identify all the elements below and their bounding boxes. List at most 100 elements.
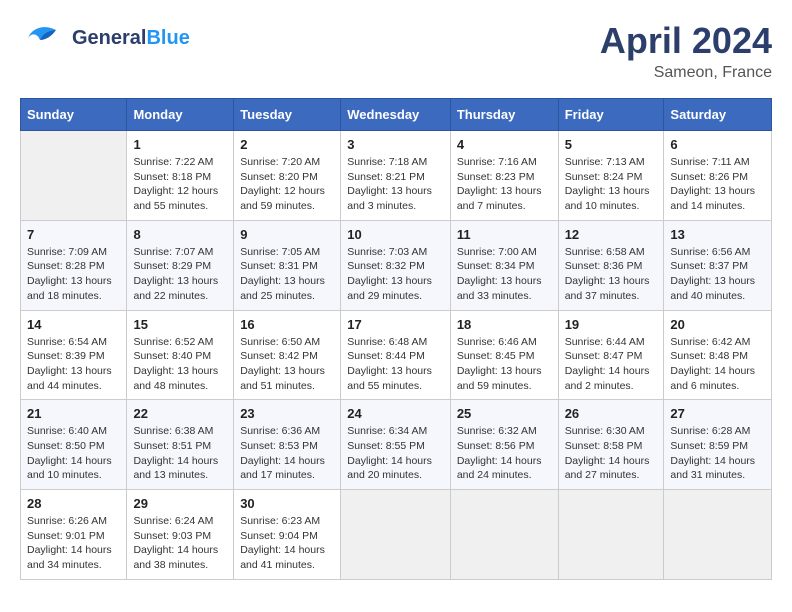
calendar-cell: 22 Sunrise: 6:38 AMSunset: 8:51 PMDayligh…	[127, 400, 234, 490]
day-number: 18	[457, 317, 552, 332]
logo-blue: Blue	[146, 27, 189, 49]
day-info: Sunrise: 7:22 AMSunset: 8:18 PMDaylight:…	[133, 155, 227, 214]
day-info: Sunrise: 6:28 AMSunset: 8:59 PMDaylight:…	[670, 424, 765, 483]
calendar-cell: 15Sunrise: 6:52 AMSunset: 8:40 PMDayligh…	[127, 310, 234, 400]
week-row-1: 7Sunrise: 7:09 AMSunset: 8:28 PMDaylight…	[21, 220, 772, 310]
weekday-header-friday: Friday	[558, 99, 664, 131]
day-number: 22	[133, 406, 227, 421]
calendar-cell: 13 Sunrise: 6:56 AMSunset: 8:37 PMDayligh…	[664, 220, 772, 310]
month-title: April 2024	[600, 20, 772, 62]
logo: GeneralBlue	[20, 20, 190, 56]
title-section: April 2024 Sameon, France	[600, 20, 772, 82]
day-info: Sunrise: 6:48 AMSunset: 8:44 PMDaylight:…	[347, 335, 444, 394]
day-number: 16	[240, 317, 334, 332]
calendar-cell: 1Sunrise: 7:22 AMSunset: 8:18 PMDaylight…	[127, 131, 234, 221]
day-number: 3	[347, 137, 444, 152]
day-info: Sunrise: 7:13 AMSunset: 8:24 PMDaylight:…	[565, 155, 658, 214]
day-number: 21	[27, 406, 120, 421]
page-header: GeneralBlue April 2024 Sameon, France	[20, 20, 772, 82]
calendar-cell: 2 Sunrise: 7:20 AMSunset: 8:20 PMDaylight…	[234, 131, 341, 221]
calendar-cell: 29Sunrise: 6:24 AMSunset: 9:03 PMDayligh…	[127, 490, 234, 580]
weekday-header-saturday: Saturday	[664, 99, 772, 131]
day-info: Sunrise: 6:44 AMSunset: 8:47 PMDaylight:…	[565, 335, 658, 394]
day-number: 20	[670, 317, 765, 332]
day-number: 5	[565, 137, 658, 152]
day-info: Sunrise: 7:05 AMSunset: 8:31 PMDaylight:…	[240, 245, 334, 304]
weekday-header-wednesday: Wednesday	[341, 99, 451, 131]
calendar-cell: 9 Sunrise: 7:05 AMSunset: 8:31 PMDaylight…	[234, 220, 341, 310]
logo-general: General	[72, 27, 146, 49]
location: Sameon, France	[600, 64, 772, 82]
calendar-cell: 18 Sunrise: 6:46 AMSunset: 8:45 PMDayligh…	[450, 310, 558, 400]
day-number: 24	[347, 406, 444, 421]
day-info: Sunrise: 7:07 AMSunset: 8:29 PMDaylight:…	[133, 245, 227, 304]
day-info: Sunrise: 6:30 AMSunset: 8:58 PMDaylight:…	[565, 424, 658, 483]
calendar-cell	[450, 490, 558, 580]
calendar-cell: 3 Sunrise: 7:18 AMSunset: 8:21 PMDaylight…	[341, 131, 451, 221]
day-info: Sunrise: 6:36 AMSunset: 8:53 PMDaylight:…	[240, 424, 334, 483]
calendar-cell: 28 Sunrise: 6:26 AMSunset: 9:01 PMDayligh…	[21, 490, 127, 580]
day-number: 17	[347, 317, 444, 332]
calendar-cell: 14 Sunrise: 6:54 AMSunset: 8:39 PMDayligh…	[21, 310, 127, 400]
day-info: Sunrise: 7:18 AMSunset: 8:21 PMDaylight:…	[347, 155, 444, 214]
day-info: Sunrise: 6:34 AMSunset: 8:55 PMDaylight:…	[347, 424, 444, 483]
weekday-header-tuesday: Tuesday	[234, 99, 341, 131]
calendar-cell: 16 Sunrise: 6:50 AMSunset: 8:42 PMDayligh…	[234, 310, 341, 400]
calendar-cell	[21, 131, 127, 221]
day-info: Sunrise: 7:03 AMSunset: 8:32 PMDaylight:…	[347, 245, 444, 304]
day-info: Sunrise: 7:20 AMSunset: 8:20 PMDaylight:…	[240, 155, 334, 214]
calendar-table: SundayMondayTuesdayWednesdayThursdayFrid…	[20, 98, 772, 580]
day-info: Sunrise: 6:32 AMSunset: 8:56 PMDaylight:…	[457, 424, 552, 483]
day-number: 27	[670, 406, 765, 421]
calendar-cell: 17 Sunrise: 6:48 AMSunset: 8:44 PMDayligh…	[341, 310, 451, 400]
day-info: Sunrise: 6:56 AMSunset: 8:37 PMDaylight:…	[670, 245, 765, 304]
calendar-cell: 20 Sunrise: 6:42 AMSunset: 8:48 PMDayligh…	[664, 310, 772, 400]
calendar-cell: 12 Sunrise: 6:58 AMSunset: 8:36 PMDayligh…	[558, 220, 664, 310]
day-info: Sunrise: 6:46 AMSunset: 8:45 PMDaylight:…	[457, 335, 552, 394]
calendar-cell	[664, 490, 772, 580]
calendar-cell: 30Sunrise: 6:23 AMSunset: 9:04 PMDayligh…	[234, 490, 341, 580]
calendar-cell: 4 Sunrise: 7:16 AMSunset: 8:23 PMDaylight…	[450, 131, 558, 221]
day-number: 10	[347, 227, 444, 242]
day-number: 6	[670, 137, 765, 152]
day-number: 8	[133, 227, 227, 242]
calendar-cell: 11Sunrise: 7:00 AMSunset: 8:34 PMDayligh…	[450, 220, 558, 310]
day-info: Sunrise: 6:58 AMSunset: 8:36 PMDaylight:…	[565, 245, 658, 304]
calendar-cell: 7Sunrise: 7:09 AMSunset: 8:28 PMDaylight…	[21, 220, 127, 310]
day-number: 4	[457, 137, 552, 152]
day-info: Sunrise: 7:16 AMSunset: 8:23 PMDaylight:…	[457, 155, 552, 214]
calendar-cell: 8 Sunrise: 7:07 AMSunset: 8:29 PMDaylight…	[127, 220, 234, 310]
calendar-cell: 24 Sunrise: 6:34 AMSunset: 8:55 PMDayligh…	[341, 400, 451, 490]
week-row-2: 14 Sunrise: 6:54 AMSunset: 8:39 PMDayligh…	[21, 310, 772, 400]
day-info: Sunrise: 6:24 AMSunset: 9:03 PMDaylight:…	[133, 514, 227, 573]
calendar-cell: 25 Sunrise: 6:32 AMSunset: 8:56 PMDayligh…	[450, 400, 558, 490]
calendar-cell: 21Sunrise: 6:40 AMSunset: 8:50 PMDayligh…	[21, 400, 127, 490]
day-number: 14	[27, 317, 120, 332]
day-number: 28	[27, 496, 120, 511]
weekday-header-thursday: Thursday	[450, 99, 558, 131]
day-number: 9	[240, 227, 334, 242]
weekday-header-monday: Monday	[127, 99, 234, 131]
day-number: 12	[565, 227, 658, 242]
day-number: 11	[457, 227, 552, 242]
day-info: Sunrise: 6:42 AMSunset: 8:48 PMDaylight:…	[670, 335, 765, 394]
calendar-cell: 6Sunrise: 7:11 AMSunset: 8:26 PMDaylight…	[664, 131, 772, 221]
day-info: Sunrise: 6:26 AMSunset: 9:01 PMDaylight:…	[27, 514, 120, 573]
weekday-header-sunday: Sunday	[21, 99, 127, 131]
logo-text: GeneralBlue	[72, 27, 190, 49]
calendar-cell: 10 Sunrise: 7:03 AMSunset: 8:32 PMDayligh…	[341, 220, 451, 310]
day-info: Sunrise: 6:50 AMSunset: 8:42 PMDaylight:…	[240, 335, 334, 394]
weekday-header-row: SundayMondayTuesdayWednesdayThursdayFrid…	[21, 99, 772, 131]
day-number: 23	[240, 406, 334, 421]
calendar-cell: 5 Sunrise: 7:13 AMSunset: 8:24 PMDaylight…	[558, 131, 664, 221]
day-info: Sunrise: 6:38 AMSunset: 8:51 PMDaylight:…	[133, 424, 227, 483]
day-number: 13	[670, 227, 765, 242]
day-number: 2	[240, 137, 334, 152]
day-number: 15	[133, 317, 227, 332]
day-number: 25	[457, 406, 552, 421]
calendar-cell: 27 Sunrise: 6:28 AMSunset: 8:59 PMDayligh…	[664, 400, 772, 490]
day-info: Sunrise: 6:54 AMSunset: 8:39 PMDaylight:…	[27, 335, 120, 394]
calendar-cell: 23 Sunrise: 6:36 AMSunset: 8:53 PMDayligh…	[234, 400, 341, 490]
day-number: 19	[565, 317, 658, 332]
calendar-cell: 19 Sunrise: 6:44 AMSunset: 8:47 PMDayligh…	[558, 310, 664, 400]
